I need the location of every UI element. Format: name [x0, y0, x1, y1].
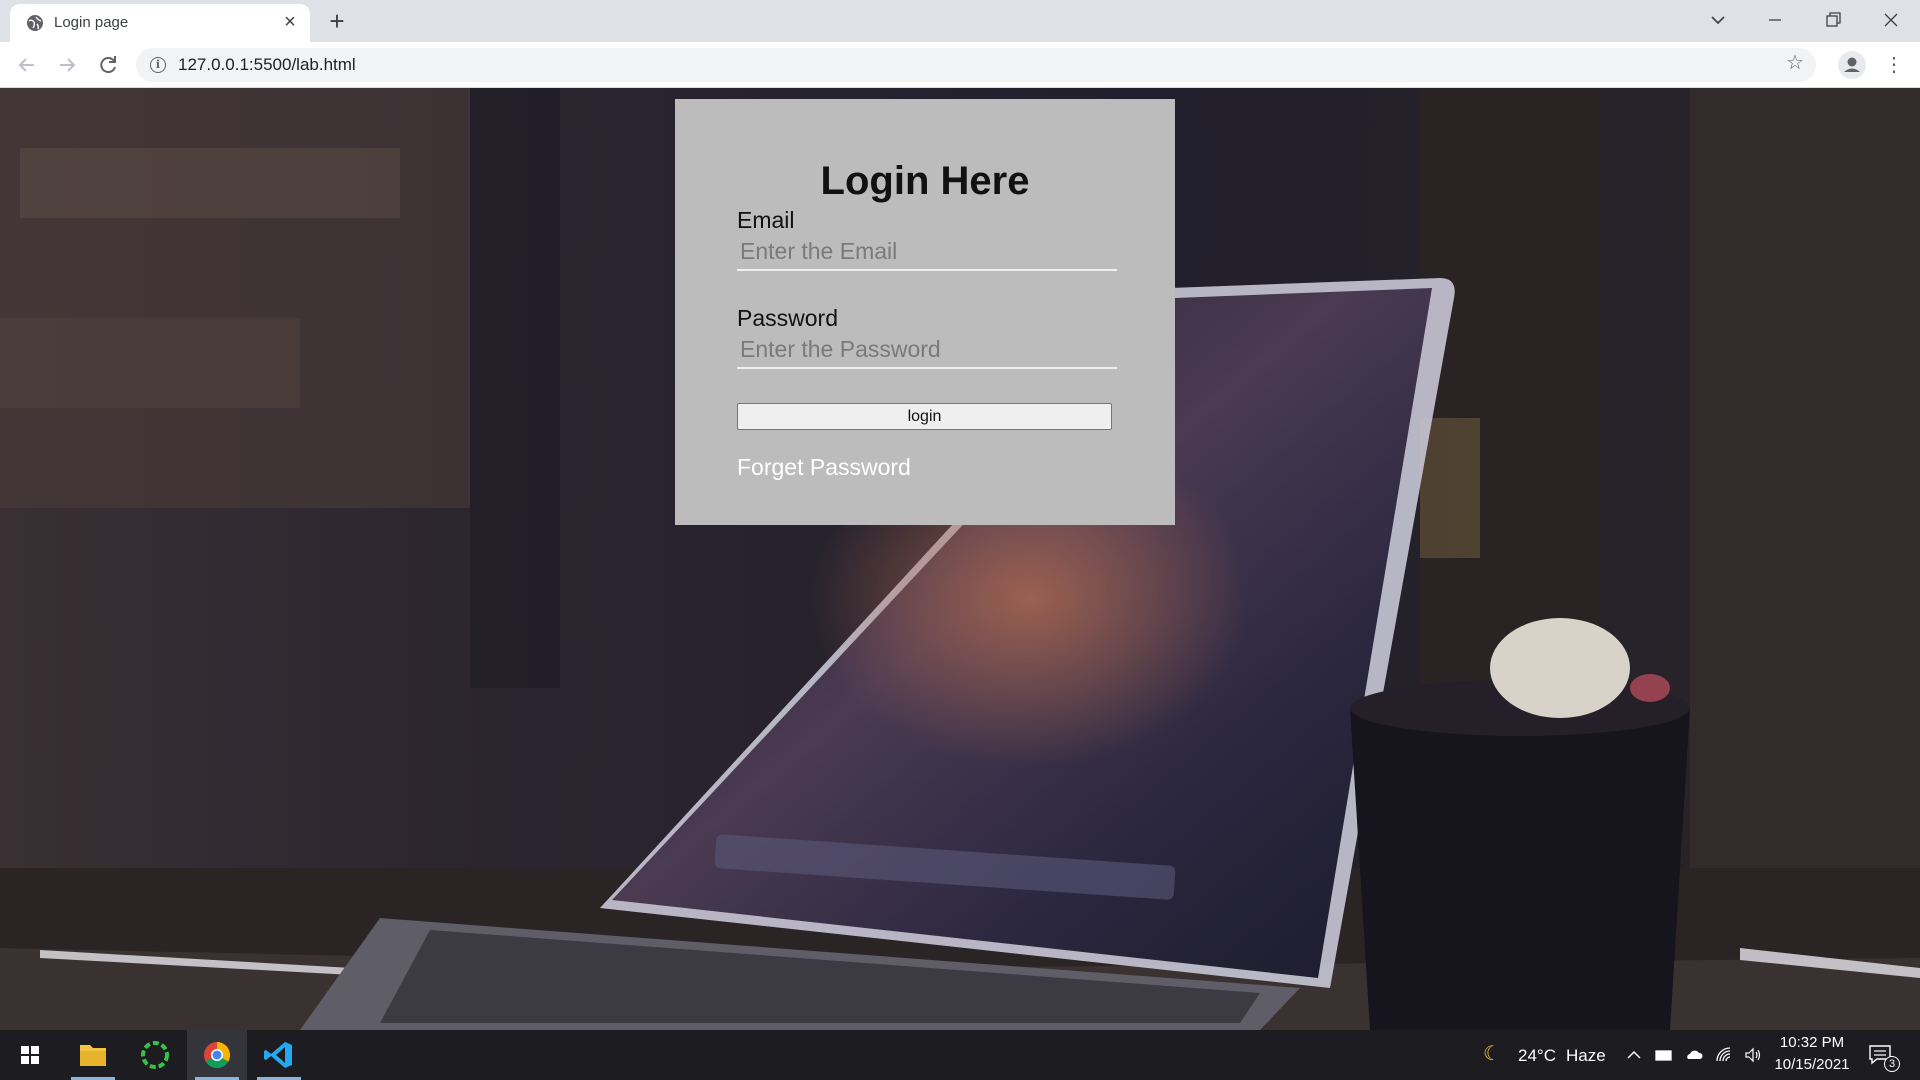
- email-field[interactable]: [737, 233, 1117, 271]
- notification-count-badge: 3: [1884, 1056, 1900, 1072]
- forget-password-link[interactable]: Forget Password: [737, 454, 911, 480]
- wifi-icon[interactable]: [1714, 1045, 1734, 1065]
- taskbar-chrome[interactable]: [187, 1030, 247, 1080]
- kebab-menu-icon[interactable]: ⋮: [1882, 52, 1906, 78]
- reload-icon[interactable]: [93, 50, 123, 80]
- login-card: Login Here Email Password login Forget P…: [675, 99, 1175, 525]
- taskbar-vscode[interactable]: [249, 1030, 309, 1080]
- login-button[interactable]: login: [737, 403, 1112, 430]
- close-window-icon[interactable]: [1876, 6, 1906, 34]
- vscode-icon: [264, 1042, 292, 1068]
- chevron-up-icon[interactable]: [1624, 1045, 1644, 1065]
- file-explorer-icon: [80, 1045, 106, 1066]
- profile-icon[interactable]: [1838, 51, 1866, 79]
- back-arrow-icon[interactable]: [12, 50, 42, 80]
- windows-start-icon: [21, 1046, 39, 1064]
- tab-title: Login page: [54, 14, 129, 31]
- weather-temp[interactable]: 24°C: [1518, 1046, 1556, 1066]
- close-tab-icon[interactable]: ×: [280, 12, 300, 32]
- login-title: Login Here: [820, 159, 1030, 203]
- password-label: Password: [737, 305, 838, 331]
- chrome-icon: [204, 1042, 231, 1069]
- clock-time[interactable]: 10:32 PM: [1776, 1034, 1848, 1052]
- address-bar[interactable]: i 127.0.0.1:5500/lab.html: [136, 48, 1816, 82]
- minimize-icon[interactable]: [1760, 6, 1790, 34]
- taskbar-file-explorer[interactable]: [63, 1030, 123, 1080]
- tab-login-page[interactable]: Login page ×: [10, 4, 310, 42]
- forward-arrow-icon[interactable]: [52, 50, 82, 80]
- onedrive-cloud-icon[interactable]: [1684, 1045, 1704, 1065]
- restore-icon[interactable]: [1818, 6, 1848, 34]
- battery-icon[interactable]: [1654, 1045, 1674, 1065]
- tab-strip: Login page × +: [0, 0, 1920, 42]
- weather-condition[interactable]: Haze: [1566, 1046, 1606, 1066]
- page-content: Login Here Email Password login Forget P…: [0, 88, 1920, 1030]
- url-text: 127.0.0.1:5500/lab.html: [178, 55, 356, 74]
- info-icon[interactable]: i: [150, 57, 166, 73]
- green-circle-app-icon: [141, 1041, 169, 1069]
- tab-search-icon[interactable]: [1703, 6, 1733, 34]
- taskbar-green-app[interactable]: [125, 1030, 185, 1080]
- email-label: Email: [737, 207, 795, 233]
- moon-icon[interactable]: ☾: [1482, 1044, 1502, 1064]
- browser-toolbar: i 127.0.0.1:5500/lab.html: [0, 42, 1920, 88]
- start-button[interactable]: [0, 1030, 60, 1080]
- clock-date[interactable]: 10/15/2021: [1768, 1056, 1856, 1074]
- globe-icon: [27, 15, 43, 31]
- new-tab-icon[interactable]: +: [324, 8, 350, 34]
- star-icon[interactable]: ☆: [1783, 51, 1807, 75]
- notification-center-button[interactable]: 3: [1866, 1038, 1906, 1074]
- volume-icon[interactable]: [1743, 1045, 1763, 1065]
- password-field[interactable]: [737, 331, 1117, 369]
